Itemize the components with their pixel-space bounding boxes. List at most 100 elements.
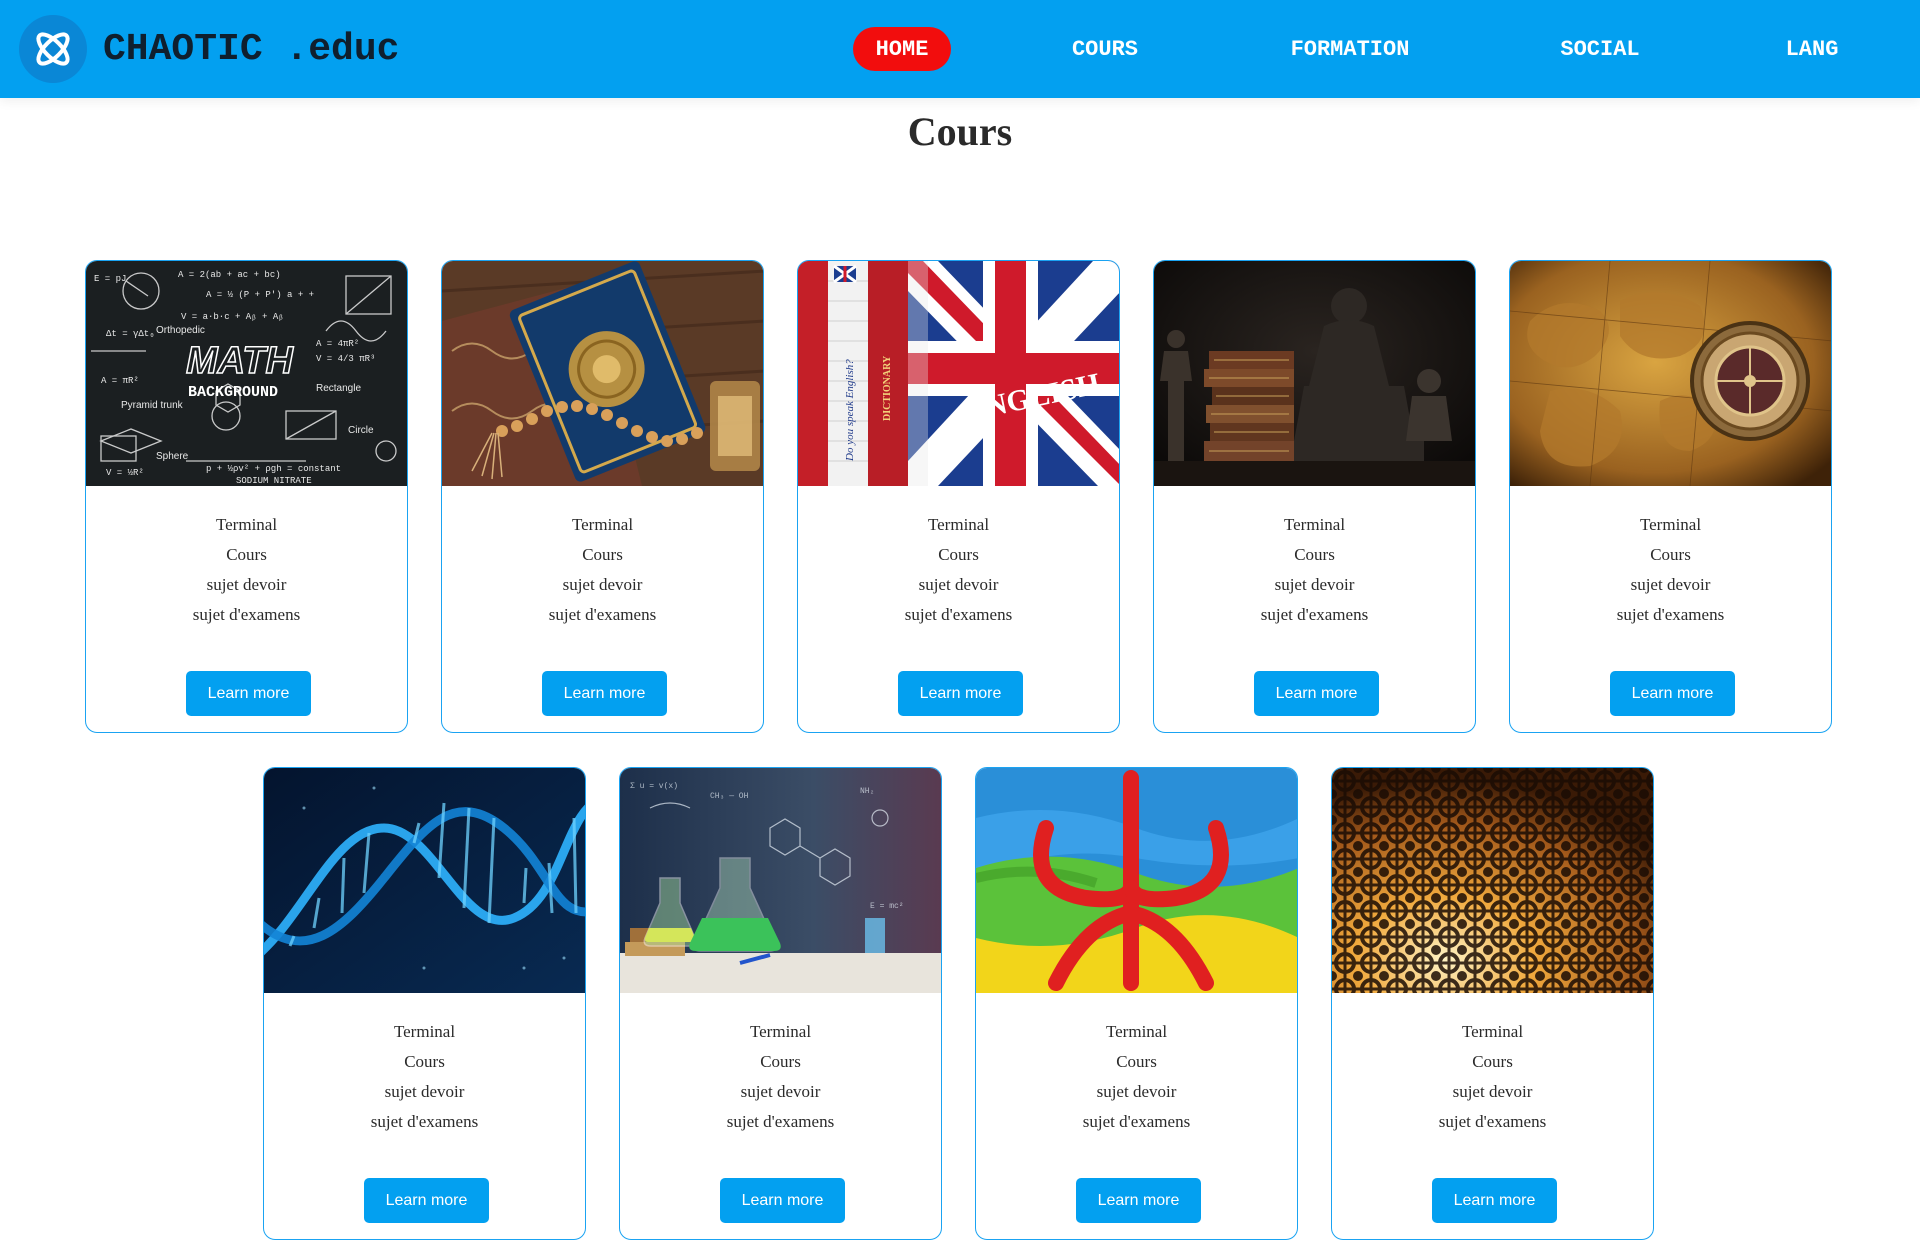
course-level: Terminal (215, 515, 278, 534)
course-image-history-geography[interactable] (1510, 261, 1831, 486)
course-card-philosophy: Terminal Cours sujet devoir sujet d'exam… (1153, 260, 1476, 733)
svg-text:Do you speak English?: Do you speak English? (844, 359, 856, 462)
course-link-cours[interactable]: Cours (264, 1047, 585, 1077)
course-image-arabic[interactable] (1332, 768, 1653, 993)
course-link-cours[interactable]: Cours (976, 1047, 1297, 1077)
course-link-devoir[interactable]: sujet devoir (1332, 1077, 1653, 1107)
course-link-devoir[interactable]: sujet devoir (1154, 570, 1475, 600)
svg-text:A = 2(ab + ac + bc): A = 2(ab + ac + bc) (178, 270, 281, 280)
course-link-examens[interactable]: sujet d'examens (442, 600, 763, 630)
svg-text:Δt = γΔt₀: Δt = γΔt₀ (106, 329, 155, 339)
course-image-biology[interactable] (264, 768, 585, 993)
course-info: Terminal Cours sujet devoir sujet d'exam… (976, 1017, 1297, 1137)
course-card-history-geography: Terminal Cours sujet devoir sujet d'exam… (1509, 260, 1832, 733)
course-info: Terminal Cours sujet devoir sujet d'exam… (1332, 1017, 1653, 1137)
svg-text:BACKGROUND: BACKGROUND (188, 384, 278, 401)
course-card-english: Do you speak English? DICTIONARY ENGLISH (797, 260, 1120, 733)
main-nav: HOME COURS FORMATION SOCIAL LANG (0, 27, 1920, 71)
svg-text:E = mc²: E = mc² (870, 902, 904, 911)
learn-more-button[interactable]: Learn more (542, 671, 667, 716)
course-card-arabic: Terminal Cours sujet devoir sujet d'exam… (1331, 767, 1654, 1240)
svg-text:A = ½ (P + P') a + +: A = ½ (P + P') a + + (206, 290, 314, 300)
svg-text:A = 4πR²: A = 4πR² (316, 339, 359, 349)
nav-cours[interactable]: COURS (1060, 27, 1150, 71)
course-link-devoir[interactable]: sujet devoir (442, 570, 763, 600)
course-level: Terminal (749, 1022, 812, 1041)
course-level: Terminal (1461, 1022, 1524, 1041)
course-image-math[interactable]: A = 2(ab + ac + bc) E = pJ A = ½ (P + P'… (86, 261, 407, 486)
svg-text:V = a·b·c + Aᵦ + Aᵦ: V = a·b·c + Aᵦ + Aᵦ (181, 312, 284, 322)
nav-lang[interactable]: LANG (1772, 27, 1852, 71)
svg-text:CH₃ — OH: CH₃ — OH (710, 792, 749, 801)
course-link-cours[interactable]: Cours (620, 1047, 941, 1077)
course-link-devoir[interactable]: sujet devoir (620, 1077, 941, 1107)
learn-more-button[interactable]: Learn more (364, 1178, 489, 1223)
course-level: Terminal (927, 515, 990, 534)
nav-social[interactable]: SOCIAL (1545, 27, 1655, 71)
course-card-biology: Terminal Cours sujet devoir sujet d'exam… (263, 767, 586, 1240)
course-info: Terminal Cours sujet devoir sujet d'exam… (264, 1017, 585, 1137)
svg-text:Rectangle: Rectangle (316, 383, 361, 394)
learn-more-button[interactable]: Learn more (1610, 671, 1735, 716)
svg-text:Orthopedic: Orthopedic (156, 325, 205, 336)
course-link-cours[interactable]: Cours (86, 540, 407, 570)
course-image-english[interactable]: Do you speak English? DICTIONARY ENGLISH (798, 261, 1119, 486)
learn-more-button[interactable]: Learn more (186, 671, 311, 716)
course-image-philosophy[interactable] (1154, 261, 1475, 486)
svg-text:V = ½R²: V = ½R² (106, 468, 144, 478)
course-level: Terminal (1283, 515, 1346, 534)
learn-more-button[interactable]: Learn more (1254, 671, 1379, 716)
course-info: Terminal Cours sujet devoir sujet d'exam… (86, 510, 407, 630)
course-info: Terminal Cours sujet devoir sujet d'exam… (1510, 510, 1831, 630)
page-title: Cours (907, 109, 1013, 154)
svg-text:Σ u = v(x): Σ u = v(x) (630, 782, 678, 791)
nav-home[interactable]: HOME (853, 27, 951, 71)
svg-text:Circle: Circle (348, 425, 374, 436)
course-level: Terminal (1639, 515, 1702, 534)
nav-formation[interactable]: FORMATION (1270, 27, 1430, 71)
learn-more-button[interactable]: Learn more (720, 1178, 845, 1223)
course-link-cours[interactable]: Cours (1154, 540, 1475, 570)
course-info: Terminal Cours sujet devoir sujet d'exam… (1154, 510, 1475, 630)
course-card-math: A = 2(ab + ac + bc) E = pJ A = ½ (P + P'… (85, 260, 408, 733)
svg-text:MATH: MATH (186, 340, 294, 382)
course-link-examens[interactable]: sujet d'examens (86, 600, 407, 630)
course-image-islamic-studies[interactable] (442, 261, 763, 486)
course-link-devoir[interactable]: sujet devoir (264, 1077, 585, 1107)
course-level: Terminal (393, 1022, 456, 1041)
svg-text:NH₂: NH₂ (860, 787, 874, 796)
course-level: Terminal (1105, 1022, 1168, 1041)
svg-text:A = πR²: A = πR² (101, 376, 139, 386)
learn-more-button[interactable]: Learn more (898, 671, 1023, 716)
learn-more-button[interactable]: Learn more (1076, 1178, 1201, 1223)
course-link-devoir[interactable]: sujet devoir (798, 570, 1119, 600)
course-card-islamic-studies: Terminal Cours sujet devoir sujet d'exam… (441, 260, 764, 733)
course-link-cours[interactable]: Cours (442, 540, 763, 570)
course-link-cours[interactable]: Cours (1332, 1047, 1653, 1077)
course-link-cours[interactable]: Cours (1510, 540, 1831, 570)
course-info: Terminal Cours sujet devoir sujet d'exam… (798, 510, 1119, 630)
svg-text:E = pJ: E = pJ (94, 274, 126, 284)
course-info: Terminal Cours sujet devoir sujet d'exam… (620, 1017, 941, 1137)
svg-text:DICTIONARY: DICTIONARY (882, 355, 893, 421)
course-level: Terminal (571, 515, 634, 534)
course-link-examens[interactable]: sujet d'examens (1154, 600, 1475, 630)
course-link-examens[interactable]: sujet d'examens (798, 600, 1119, 630)
course-link-devoir[interactable]: sujet devoir (86, 570, 407, 600)
course-link-examens[interactable]: sujet d'examens (620, 1107, 941, 1137)
svg-text:p + ½ρv² + ρgh = constant: p + ½ρv² + ρgh = constant (206, 464, 341, 474)
course-link-devoir[interactable]: sujet devoir (1510, 570, 1831, 600)
course-card-chemistry: Σ u = v(x) CH₃ — OH NH₂ E = mc² Terminal… (619, 767, 942, 1240)
course-link-cours[interactable]: Cours (798, 540, 1119, 570)
course-link-examens[interactable]: sujet d'examens (976, 1107, 1297, 1137)
course-image-amazigh[interactable] (976, 768, 1297, 993)
course-image-chemistry[interactable]: Σ u = v(x) CH₃ — OH NH₂ E = mc² (620, 768, 941, 993)
course-link-examens[interactable]: sujet d'examens (1510, 600, 1831, 630)
course-link-examens[interactable]: sujet d'examens (1332, 1107, 1653, 1137)
course-link-devoir[interactable]: sujet devoir (976, 1077, 1297, 1107)
svg-text:SODIUM NITRATE: SODIUM NITRATE (236, 476, 312, 486)
course-info: Terminal Cours sujet devoir sujet d'exam… (442, 510, 763, 630)
course-link-examens[interactable]: sujet d'examens (264, 1107, 585, 1137)
learn-more-button[interactable]: Learn more (1432, 1178, 1557, 1223)
svg-text:Pyramid trunk: Pyramid trunk (121, 400, 184, 411)
